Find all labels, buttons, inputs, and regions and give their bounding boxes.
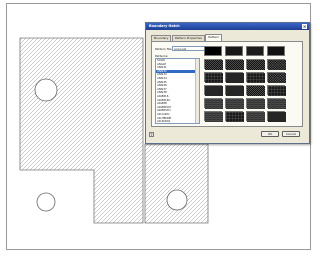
- pattern-list[interactable]: SOLID ANGLE ANSI31 ANSI32 ANSI33 ANSI34 …: [155, 58, 200, 124]
- tab-pattern[interactable]: Pattern: [205, 34, 223, 41]
- swatch-brick-1[interactable]: [246, 98, 265, 109]
- swatch-angle[interactable]: [225, 46, 243, 56]
- swatch-ansi35[interactable]: [246, 59, 265, 70]
- swatch-ar-brstd[interactable]: [246, 85, 265, 96]
- swatch-ar-b816c[interactable]: [267, 72, 286, 83]
- list-scrollbar[interactable]: [195, 59, 199, 123]
- swatch-ar-parq1[interactable]: [225, 98, 244, 109]
- boundary-hatch-dialog: Boundary Hatch × Boundary Pattern Proper…: [145, 22, 310, 144]
- dialog-title: Boundary Hatch: [149, 24, 180, 28]
- swatch-solid[interactable]: [204, 46, 222, 56]
- swatch-ansi32[interactable]: [267, 46, 285, 56]
- swatch-row6-3[interactable]: [246, 111, 265, 122]
- swatch-ar-conc[interactable]: [267, 85, 286, 96]
- hatched-part-right: [144, 143, 209, 224]
- swatch-ansi37[interactable]: [204, 72, 223, 83]
- cancel-button[interactable]: Cancel: [282, 131, 300, 137]
- dialog-title-bar[interactable]: Boundary Hatch ×: [146, 23, 309, 30]
- ok-button[interactable]: OK: [261, 131, 279, 137]
- close-icon[interactable]: ×: [302, 24, 307, 29]
- help-icon[interactable]: ?: [149, 132, 154, 137]
- hole-circle-bottom-left: [36, 192, 56, 212]
- swatch-ansi33[interactable]: [204, 59, 223, 70]
- swatch-ar-b816[interactable]: [246, 72, 265, 83]
- swatch-ar-hbone[interactable]: [204, 98, 223, 109]
- swatch-row6-4[interactable]: [267, 111, 286, 122]
- hatched-part-main: [19, 37, 144, 224]
- swatch-ansi38[interactable]: [225, 72, 244, 83]
- swatch-ansi31[interactable]: [246, 46, 264, 56]
- pattern-tab-panel: Pattern file: acad.pat ▾ Patterns: SOLID…: [151, 41, 303, 127]
- swatch-ar-brelm[interactable]: [225, 85, 244, 96]
- swatch-row6-1[interactable]: [204, 111, 223, 122]
- list-item[interactable]: AR-PARQ1: [156, 119, 199, 123]
- swatch-row6-2[interactable]: [225, 111, 244, 122]
- hole-circle-top: [34, 78, 58, 102]
- swatch-ar-b88[interactable]: [204, 85, 223, 96]
- hole-circle-bottom-right: [166, 189, 188, 211]
- pattern-file-value: acad.pat: [174, 47, 187, 51]
- swatch-ansi36[interactable]: [267, 59, 286, 70]
- swatch-brick-2[interactable]: [267, 98, 286, 109]
- swatch-ansi34[interactable]: [225, 59, 244, 70]
- pattern-file-label: Pattern file:: [155, 47, 173, 51]
